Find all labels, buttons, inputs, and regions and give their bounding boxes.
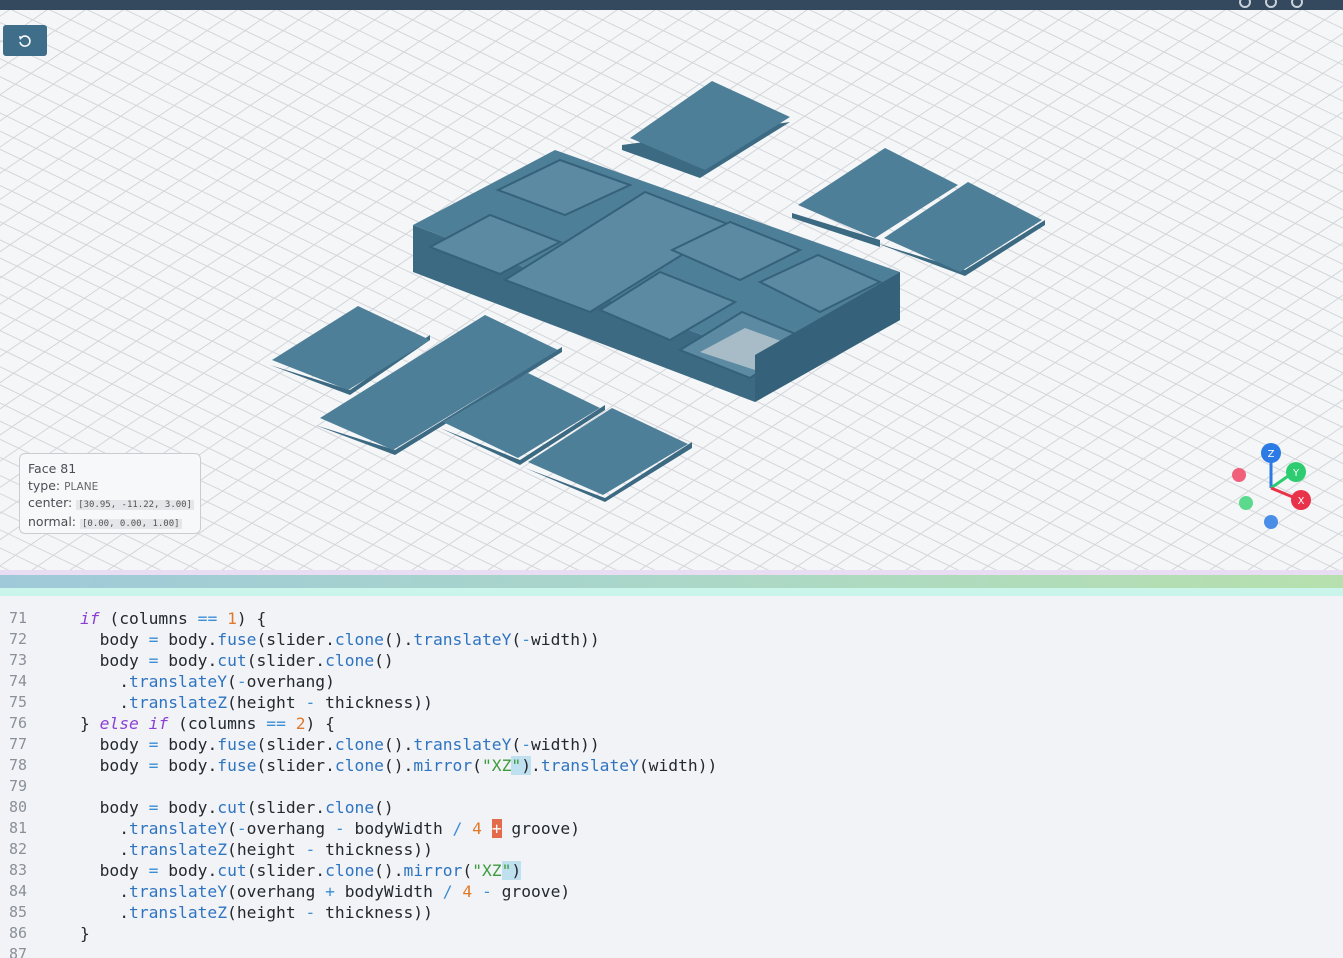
line-number: 81	[9, 819, 28, 837]
top-bar-icons	[1239, 0, 1303, 8]
code-text: .translateZ(height - thickness))	[80, 903, 433, 922]
svg-text:Y: Y	[1292, 468, 1300, 479]
line-number: 80	[9, 798, 28, 816]
code-text: if (columns == 1) {	[80, 609, 267, 628]
line-number: 84	[9, 882, 28, 900]
face-normal-value: [0.00, 0.00, 1.00]	[80, 518, 182, 529]
face-type-label: type:	[28, 477, 61, 493]
code-text: body = body.fuse(slider.clone().mirror("…	[80, 756, 718, 775]
face-type-value: PLANE	[64, 480, 99, 493]
line-number: 71	[9, 609, 28, 627]
rotate-ccw-icon	[19, 34, 31, 47]
line-number: 72	[9, 630, 28, 648]
scene-canvas[interactable]: Z Y X	[0, 10, 1343, 570]
face-normal-label: normal:	[28, 513, 77, 529]
line-number: 74	[9, 672, 28, 690]
face-center-value: [30.95, -11.22, 3.00]	[76, 500, 194, 510]
code-text: body = body.cut(slider.clone()	[80, 798, 394, 817]
top-icon-3[interactable]	[1291, 0, 1303, 8]
face-center-label: center:	[28, 495, 73, 510]
svg-text:Z: Z	[1268, 449, 1275, 460]
line-number: 87	[9, 945, 28, 958]
line-number: 79	[9, 777, 28, 795]
face-normal-row: normal: [0.00, 0.00, 1.00]	[28, 514, 192, 533]
line-number: 78	[9, 756, 28, 774]
top-icon-1[interactable]	[1239, 0, 1251, 8]
line-number: 73	[9, 651, 28, 669]
code-text: .translateY(-overhang - bodyWidth / 4 + …	[80, 819, 581, 838]
3d-viewport[interactable]: Z Y X Face 81 type: PLANE center: [30.95…	[0, 10, 1343, 570]
line-number: 82	[9, 840, 28, 858]
line-number: 83	[9, 861, 28, 879]
code-text: .translateY(overhang + bodyWidth / 4 - g…	[80, 882, 571, 901]
code-editor[interactable]: 71 if (columns == 1) { 72 body = body.fuse…	[0, 596, 1343, 958]
code-text: .translateZ(height - thickness))	[80, 693, 433, 712]
code-text: body = body.fuse(slider.clone().translat…	[80, 630, 600, 649]
code-text: } else if (columns == 2) {	[80, 714, 335, 733]
face-title-label: Face	[28, 461, 57, 476]
line-number: 76	[9, 714, 28, 732]
top-bar	[0, 0, 1343, 10]
face-type-row: type: PLANE	[28, 478, 192, 496]
top-icon-2[interactable]	[1265, 0, 1277, 8]
line-number: 85	[9, 903, 28, 921]
panel-divider[interactable]	[0, 570, 1343, 596]
face-id: 81	[60, 461, 77, 476]
face-center-row: center: [30.95, -11.22, 3.00]	[28, 495, 194, 514]
code-text: .translateZ(height - thickness))	[80, 840, 433, 859]
code-text: }	[80, 924, 90, 943]
face-title-row: Face 81	[28, 461, 192, 478]
code-text: .translateY(-overhang)	[80, 672, 335, 691]
code-text: body = body.cut(slider.clone()	[80, 651, 394, 670]
svg-text:X: X	[1298, 496, 1305, 507]
line-number: 77	[9, 735, 28, 753]
line-number: 86	[9, 924, 28, 942]
code-text: body = body.fuse(slider.clone().translat…	[80, 735, 600, 754]
face-info-panel: Face 81 type: PLANE center: [30.95, -11.…	[19, 453, 201, 534]
code-text: body = body.cut(slider.clone().mirror("X…	[80, 861, 522, 880]
reset-view-button[interactable]	[3, 25, 47, 56]
line-number: 75	[9, 693, 28, 711]
